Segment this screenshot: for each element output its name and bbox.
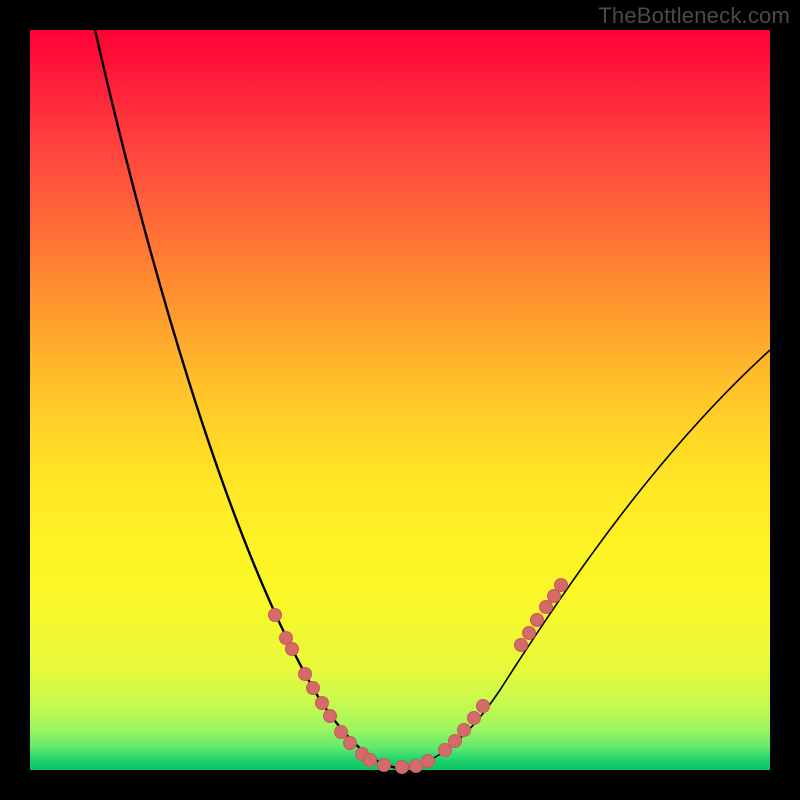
data-marker <box>378 759 391 772</box>
data-marker <box>540 601 553 614</box>
watermark-text: TheBottleneck.com <box>598 3 790 29</box>
data-marker <box>523 627 536 640</box>
data-marker <box>439 744 452 757</box>
data-marker <box>286 643 299 656</box>
data-marker <box>422 755 435 768</box>
data-marker <box>468 712 481 725</box>
curve-left-branch <box>95 30 398 768</box>
data-marker <box>477 700 490 713</box>
data-marker <box>449 735 462 748</box>
data-marker <box>396 761 409 774</box>
data-marker <box>364 754 377 767</box>
data-marker <box>344 737 357 750</box>
data-marker <box>335 726 348 739</box>
data-marker <box>410 760 423 773</box>
data-marker <box>324 710 337 723</box>
data-marker <box>458 724 471 737</box>
curve-right-branch <box>398 350 770 768</box>
data-marker <box>316 697 329 710</box>
data-marker <box>555 579 568 592</box>
bottleneck-curve <box>30 30 770 770</box>
data-marker <box>299 668 312 681</box>
data-marker <box>531 614 544 627</box>
data-marker <box>269 609 282 622</box>
data-markers <box>269 579 568 774</box>
data-marker <box>515 639 528 652</box>
chart-frame <box>30 30 770 770</box>
data-marker <box>307 682 320 695</box>
